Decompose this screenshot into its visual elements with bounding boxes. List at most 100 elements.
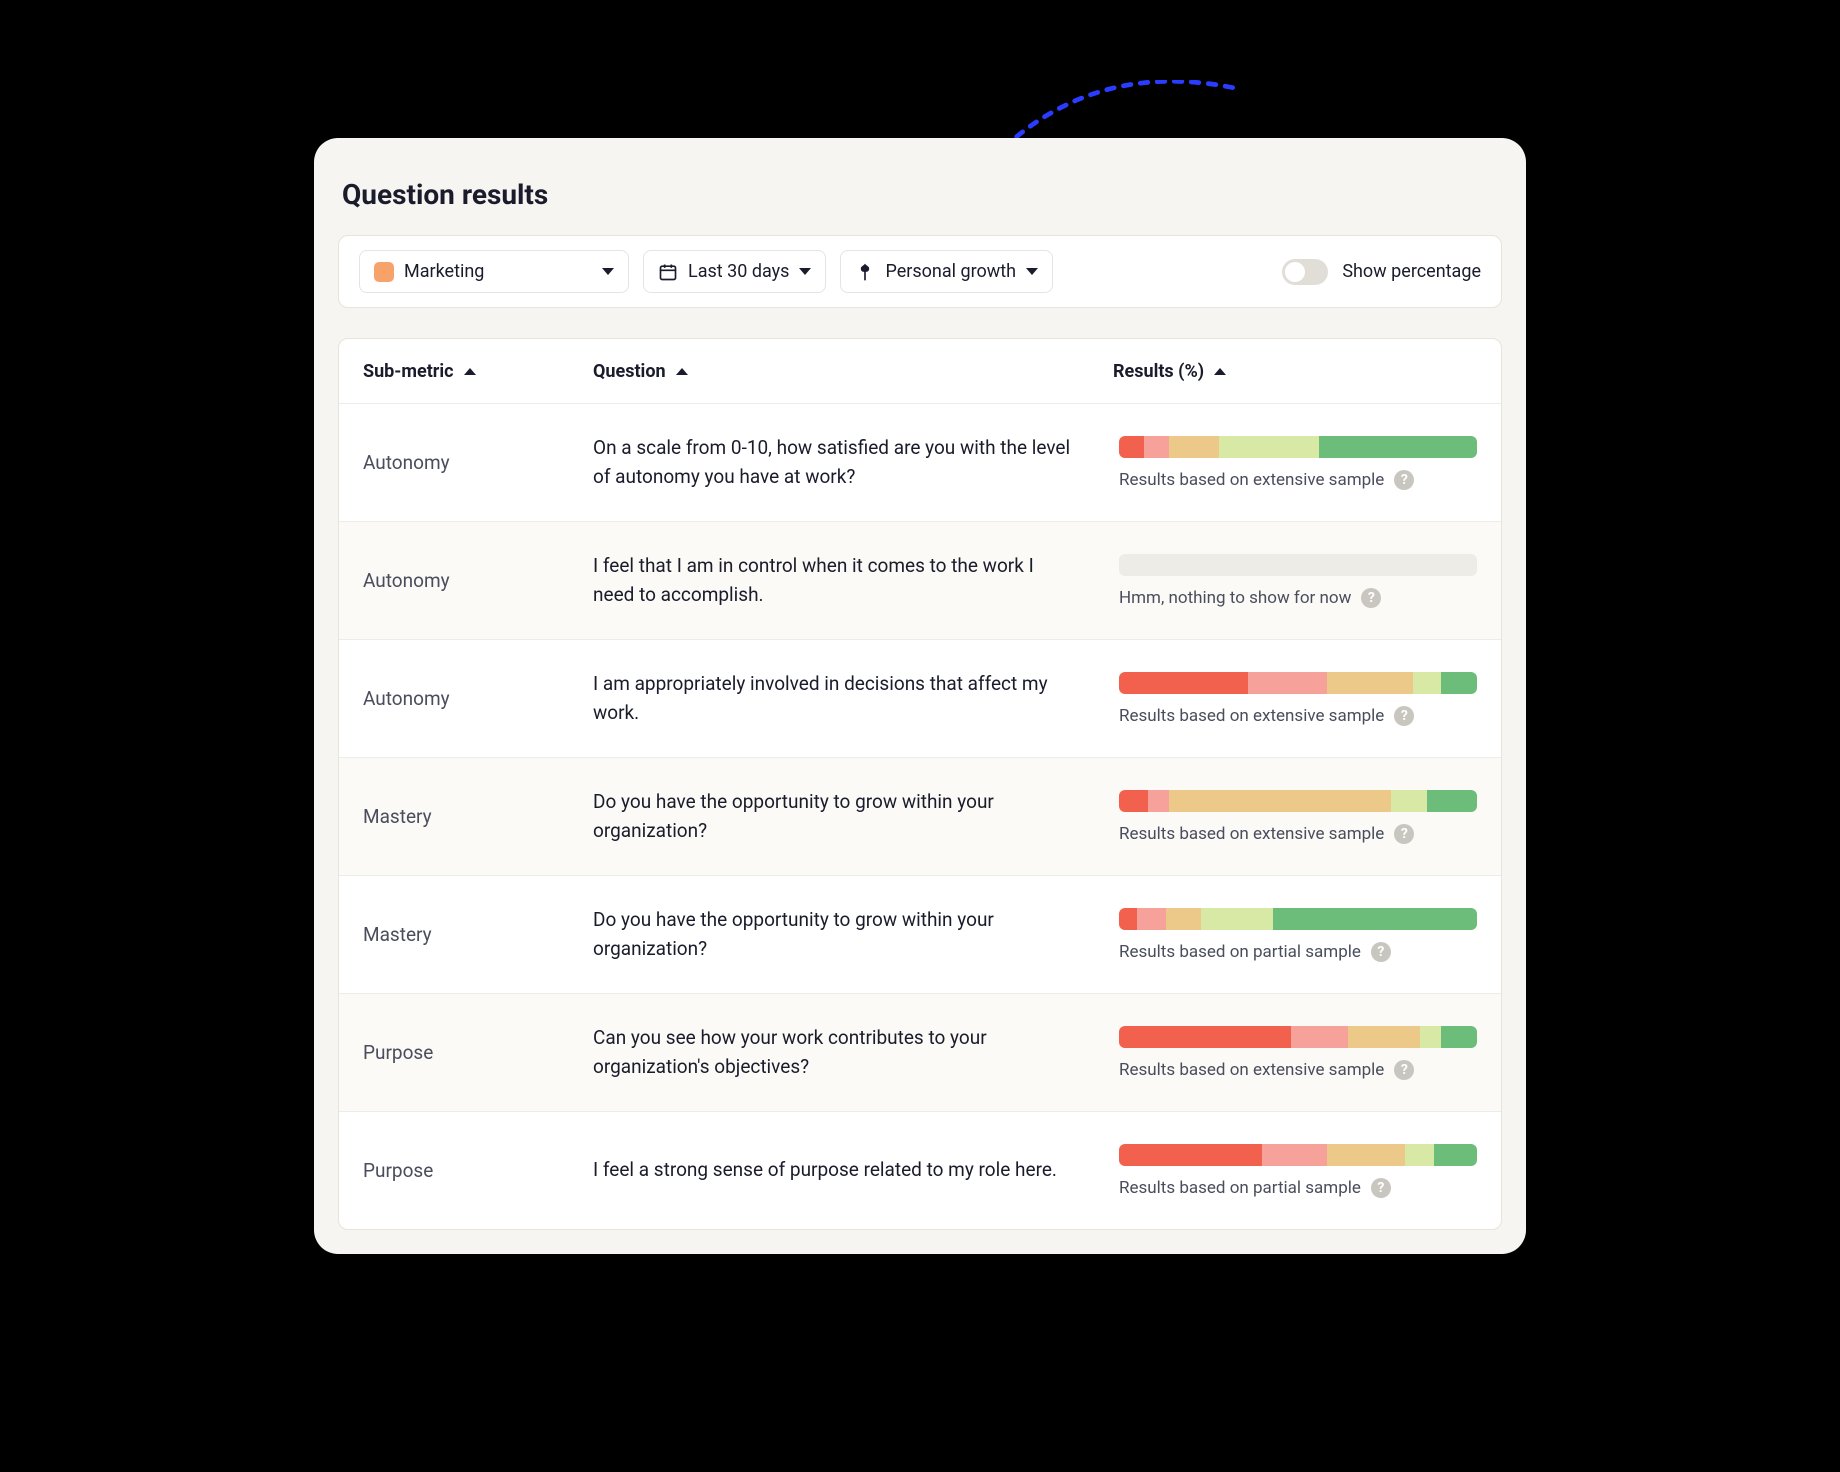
show-percentage-toggle[interactable]: [1282, 259, 1328, 285]
column-results[interactable]: Results (%): [1113, 361, 1477, 382]
filter-date[interactable]: Last 30 days: [643, 250, 826, 293]
table-row[interactable]: MasteryDo you have the opportunity to gr…: [339, 875, 1501, 993]
filter-metric-label: Personal growth: [885, 261, 1016, 282]
growth-icon: [855, 262, 875, 282]
result-bar: [1119, 1026, 1477, 1048]
bar-segment: [1137, 908, 1166, 930]
result-note: Results based on partial sample?: [1119, 1178, 1477, 1198]
bar-segment: [1420, 1026, 1441, 1048]
bar-segment: [1319, 436, 1477, 458]
bar-segment: [1119, 790, 1148, 812]
bar-segment: [1248, 672, 1327, 694]
calendar-icon: [658, 262, 678, 282]
result-cell: Results based on partial sample?: [1113, 908, 1477, 962]
page-title: Question results: [338, 178, 1502, 211]
bar-segment: [1291, 1026, 1348, 1048]
question-results-card: Question results Marketing Last 30 days …: [314, 138, 1526, 1254]
bar-segment: [1119, 1144, 1262, 1166]
filter-tag[interactable]: Marketing: [359, 250, 629, 293]
help-icon[interactable]: ?: [1371, 1178, 1391, 1198]
bar-segment: [1427, 790, 1477, 812]
toggle-label: Show percentage: [1342, 261, 1481, 282]
result-bar: [1119, 554, 1477, 576]
submetric-cell: Purpose: [363, 1159, 593, 1182]
table-row[interactable]: AutonomyI feel that I am in control when…: [339, 521, 1501, 639]
help-icon[interactable]: ?: [1394, 706, 1414, 726]
help-icon[interactable]: ?: [1394, 470, 1414, 490]
submetric-cell: Mastery: [363, 923, 593, 946]
bar-segment: [1362, 554, 1477, 576]
help-icon[interactable]: ?: [1371, 942, 1391, 962]
bar-segment: [1144, 436, 1169, 458]
bar-segment: [1119, 554, 1241, 576]
bar-segment: [1434, 1144, 1477, 1166]
bar-segment: [1169, 436, 1219, 458]
table-row[interactable]: MasteryDo you have the opportunity to gr…: [339, 757, 1501, 875]
question-cell: I am appropriately involved in decisions…: [593, 670, 1113, 727]
column-question[interactable]: Question: [593, 361, 1113, 382]
help-icon[interactable]: ?: [1361, 588, 1381, 608]
result-bar: [1119, 908, 1477, 930]
help-icon[interactable]: ?: [1394, 1060, 1414, 1080]
submetric-cell: Autonomy: [363, 451, 593, 474]
result-bar: [1119, 436, 1477, 458]
result-note: Hmm, nothing to show for now?: [1119, 588, 1477, 608]
show-percentage-toggle-group: Show percentage: [1282, 259, 1481, 285]
result-bar: [1119, 672, 1477, 694]
question-cell: Can you see how your work contributes to…: [593, 1024, 1113, 1081]
bar-segment: [1119, 436, 1144, 458]
filter-date-label: Last 30 days: [688, 261, 789, 282]
question-cell: On a scale from 0-10, how satisfied are …: [593, 434, 1113, 491]
filter-bar: Marketing Last 30 days Personal growth S…: [338, 235, 1502, 308]
result-cell: Hmm, nothing to show for now?: [1113, 554, 1477, 608]
table-row[interactable]: AutonomyOn a scale from 0-10, how satisf…: [339, 403, 1501, 521]
toggle-knob: [1285, 262, 1305, 282]
bar-segment: [1262, 1144, 1326, 1166]
result-note: Results based on extensive sample?: [1119, 1060, 1477, 1080]
bar-segment: [1119, 1026, 1291, 1048]
result-note: Results based on partial sample?: [1119, 942, 1477, 962]
result-cell: Results based on extensive sample?: [1113, 672, 1477, 726]
bar-segment: [1166, 908, 1202, 930]
bar-segment: [1119, 908, 1137, 930]
table-row[interactable]: AutonomyI am appropriately involved in d…: [339, 639, 1501, 757]
help-icon[interactable]: ?: [1394, 824, 1414, 844]
question-cell: Do you have the opportunity to grow with…: [593, 788, 1113, 845]
submetric-cell: Purpose: [363, 1041, 593, 1064]
bar-segment: [1405, 1144, 1434, 1166]
bar-segment: [1273, 908, 1477, 930]
results-table: Sub-metric Question Results (%) Autonomy…: [338, 338, 1502, 1230]
bar-segment: [1441, 1026, 1477, 1048]
table-row[interactable]: PurposeCan you see how your work contrib…: [339, 993, 1501, 1111]
filter-metric[interactable]: Personal growth: [840, 250, 1053, 293]
bar-segment: [1413, 672, 1442, 694]
result-note: Results based on extensive sample?: [1119, 470, 1477, 490]
chevron-down-icon: [602, 268, 614, 275]
result-cell: Results based on extensive sample?: [1113, 1026, 1477, 1080]
bar-segment: [1148, 790, 1169, 812]
bar-segment: [1241, 554, 1363, 576]
bar-segment: [1327, 672, 1413, 694]
bar-segment: [1119, 672, 1248, 694]
result-note: Results based on extensive sample?: [1119, 824, 1477, 844]
question-cell: I feel a strong sense of purpose related…: [593, 1156, 1113, 1185]
result-cell: Results based on extensive sample?: [1113, 790, 1477, 844]
tag-swatch-icon: [374, 262, 394, 282]
bar-segment: [1201, 908, 1273, 930]
result-cell: Results based on extensive sample?: [1113, 436, 1477, 490]
bar-segment: [1169, 790, 1391, 812]
table-header: Sub-metric Question Results (%): [339, 339, 1501, 403]
bar-segment: [1391, 790, 1427, 812]
filter-tag-label: Marketing: [404, 261, 484, 282]
column-submetric[interactable]: Sub-metric: [363, 361, 593, 382]
result-bar: [1119, 790, 1477, 812]
bar-segment: [1441, 672, 1477, 694]
question-cell: Do you have the opportunity to grow with…: [593, 906, 1113, 963]
submetric-cell: Autonomy: [363, 569, 593, 592]
bar-segment: [1327, 1144, 1406, 1166]
submetric-cell: Mastery: [363, 805, 593, 828]
table-row[interactable]: PurposeI feel a strong sense of purpose …: [339, 1111, 1501, 1229]
result-bar: [1119, 1144, 1477, 1166]
sort-up-icon: [1214, 368, 1226, 375]
chevron-down-icon: [1026, 268, 1038, 275]
